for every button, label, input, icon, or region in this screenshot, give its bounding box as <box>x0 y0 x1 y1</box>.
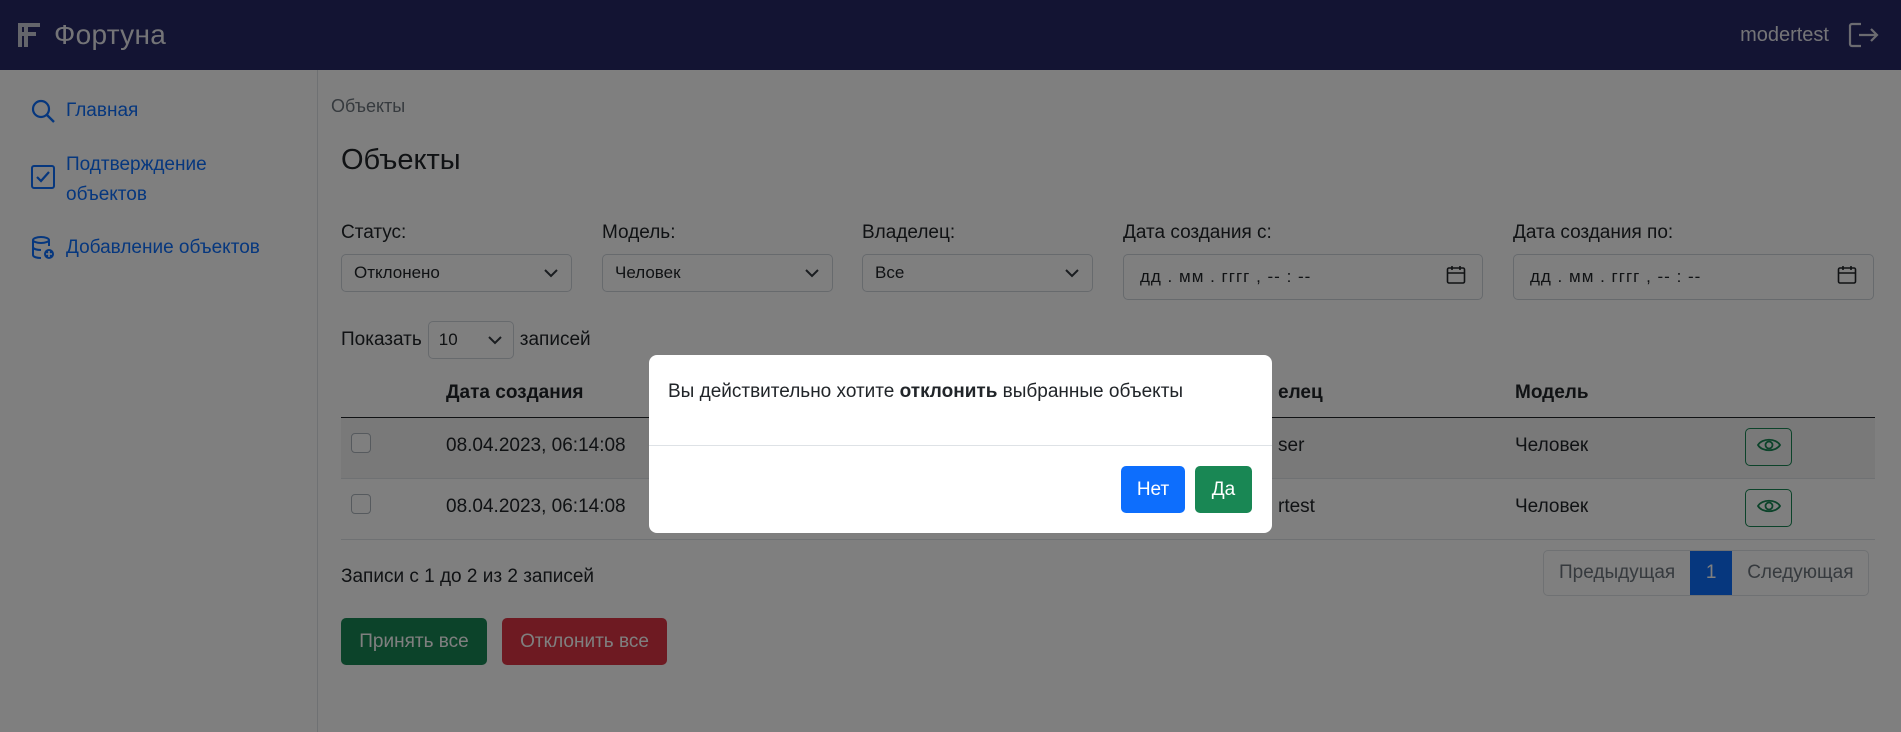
dialog-divider <box>649 445 1272 446</box>
message-text: выбранные объекты <box>997 381 1184 402</box>
no-button[interactable]: Нет <box>1121 466 1185 513</box>
message-text: Вы действительно хотите <box>668 381 900 402</box>
message-emphasis: отклонить <box>899 381 998 402</box>
confirm-dialog: Вы действительно хотите отклонить выбран… <box>649 355 1272 533</box>
yes-button[interactable]: Да <box>1195 466 1252 513</box>
confirm-dialog-message: Вы действительно хотите отклонить выбран… <box>668 381 1183 403</box>
